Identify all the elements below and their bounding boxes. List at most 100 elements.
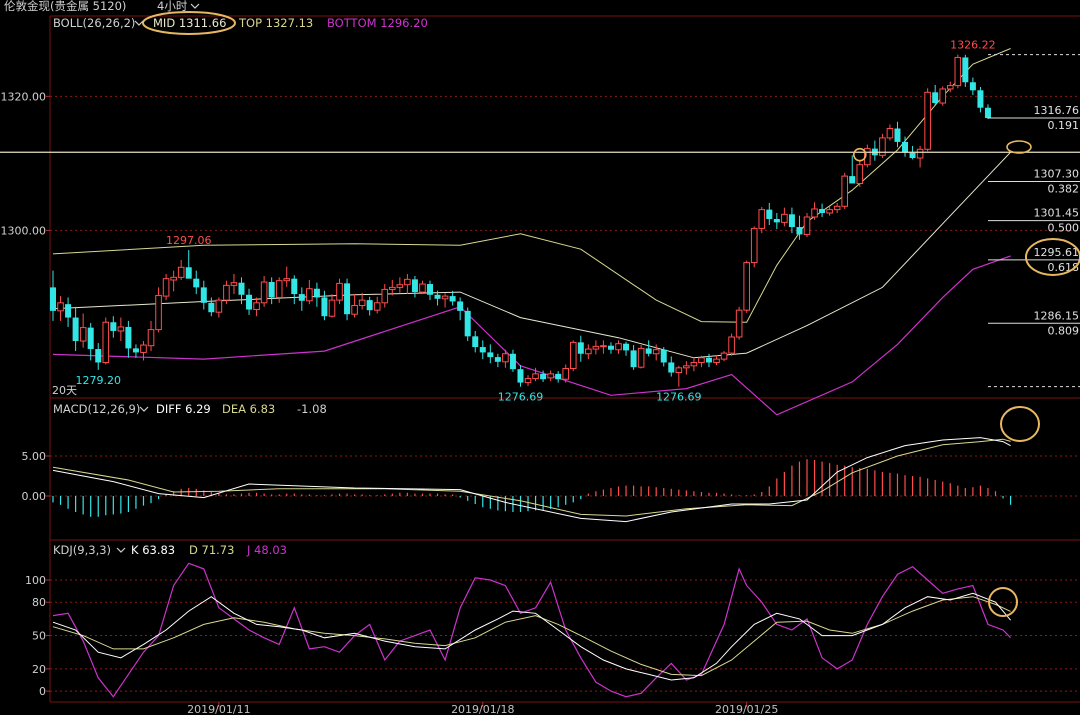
boll-header: BOLL(26,26,2) MID 1311.66 TOP 1327.13 BO… xyxy=(53,16,428,30)
candle xyxy=(803,212,811,238)
kdj-k-line xyxy=(52,592,1011,681)
x-tick-label: 2019/01/18 xyxy=(451,703,514,715)
candle-body xyxy=(102,321,110,363)
chart-canvas[interactable]: 1300.00 1320.00 1297.06 1279.20 1276.69 1276.… xyxy=(0,0,1080,715)
candle-body xyxy=(623,343,630,351)
candle-body xyxy=(826,209,833,214)
candle-body xyxy=(690,361,698,367)
candle xyxy=(441,293,449,308)
boll-indicator-name[interactable]: BOLL(26,26,2) xyxy=(53,16,135,30)
candle xyxy=(932,84,939,106)
candle xyxy=(358,292,366,310)
candle-body xyxy=(208,302,215,313)
candle-body xyxy=(803,216,811,235)
fibo-price-label: 1295.61 xyxy=(1034,246,1080,259)
candle xyxy=(781,207,788,227)
fibo-ratio-label: 0.500 xyxy=(1048,222,1080,235)
candle-body xyxy=(811,208,818,218)
candle xyxy=(427,280,433,301)
candle-body xyxy=(230,282,238,286)
kdj-d-value: D 71.73 xyxy=(189,543,234,557)
candle-body xyxy=(924,91,931,150)
y-tick-label: 5.00 xyxy=(22,450,47,463)
candle xyxy=(246,288,253,315)
candle xyxy=(962,54,969,87)
chevron-down-icon[interactable] xyxy=(116,547,126,553)
candle-body xyxy=(743,262,750,311)
candle-body xyxy=(215,299,223,313)
candle-body xyxy=(344,283,351,315)
candle-body xyxy=(683,365,690,369)
candle xyxy=(162,273,170,301)
candle xyxy=(50,270,56,321)
candle-body xyxy=(238,282,245,295)
candle-body xyxy=(313,288,320,298)
fibo-ratio-label: 0.809 xyxy=(1048,324,1080,337)
candle-body xyxy=(336,282,343,301)
candle xyxy=(79,313,87,348)
candle-body xyxy=(155,294,162,331)
chevron-down-icon[interactable] xyxy=(139,406,149,412)
candle-body xyxy=(132,348,139,353)
candle-body xyxy=(977,90,984,108)
candle-body xyxy=(969,82,976,91)
candle-body xyxy=(894,128,901,142)
candle xyxy=(555,371,562,383)
candle-body xyxy=(427,284,433,295)
period-selector[interactable]: 4小时 xyxy=(157,0,188,13)
candle-body xyxy=(291,278,298,295)
kdj-j-value: J 48.03 xyxy=(246,543,287,557)
candle xyxy=(607,342,614,354)
candle xyxy=(389,280,396,296)
candle-body xyxy=(909,152,916,159)
kdj-k-value: K 63.83 xyxy=(131,543,175,557)
candle-body xyxy=(464,310,471,337)
kdj-indicator-name[interactable]: KDJ(9,3,3) xyxy=(53,543,111,557)
macd-panel[interactable]: 0.00 5.00 xyxy=(22,437,1012,523)
candle-body xyxy=(524,378,532,384)
candle xyxy=(705,353,712,368)
candle xyxy=(743,260,750,313)
candle-body xyxy=(79,327,87,342)
macd-indicator-name[interactable]: MACD(12,26,9) xyxy=(53,402,140,416)
candle xyxy=(457,297,464,321)
candle xyxy=(306,280,313,305)
candle xyxy=(177,259,185,281)
chevron-down-icon[interactable] xyxy=(134,20,144,26)
candle xyxy=(766,202,773,226)
candle-body xyxy=(758,209,766,229)
candle-body xyxy=(637,347,645,368)
candle-body xyxy=(600,345,607,348)
candle xyxy=(110,316,117,338)
price-panel[interactable]: 1300.00 1320.00 1297.06 1279.20 1276.69 1276.… xyxy=(0,39,1080,416)
candle xyxy=(336,278,343,305)
y-tick-label: 80 xyxy=(32,596,46,609)
candle-body xyxy=(607,345,614,350)
candle-body xyxy=(932,92,939,104)
kdj-panel[interactable]: 0 20 50 80 100 xyxy=(25,562,1012,698)
candle xyxy=(404,273,411,295)
candle xyxy=(577,335,584,362)
price-extreme-label: 1297.06 xyxy=(166,234,212,247)
x-tick-label: 2019/01/25 xyxy=(715,703,778,715)
candle xyxy=(487,344,494,364)
candle-body xyxy=(283,278,291,282)
candle xyxy=(125,320,132,358)
candle xyxy=(193,270,200,295)
candle xyxy=(600,340,607,354)
candle-body xyxy=(253,302,260,311)
candle-body xyxy=(962,57,969,83)
period-corner-label: 20天 xyxy=(52,384,77,397)
candle-body xyxy=(50,287,56,311)
candle xyxy=(728,333,735,356)
candle-body xyxy=(668,362,675,373)
candle-body xyxy=(434,294,441,299)
candle xyxy=(275,277,283,303)
candle xyxy=(856,160,864,187)
boll-top-value: TOP 1327.13 xyxy=(238,16,313,30)
chevron-down-icon[interactable] xyxy=(190,3,200,9)
candle-body xyxy=(886,128,894,139)
candle xyxy=(675,365,683,387)
candle xyxy=(879,133,886,159)
y-tick-label: 0 xyxy=(39,685,46,698)
